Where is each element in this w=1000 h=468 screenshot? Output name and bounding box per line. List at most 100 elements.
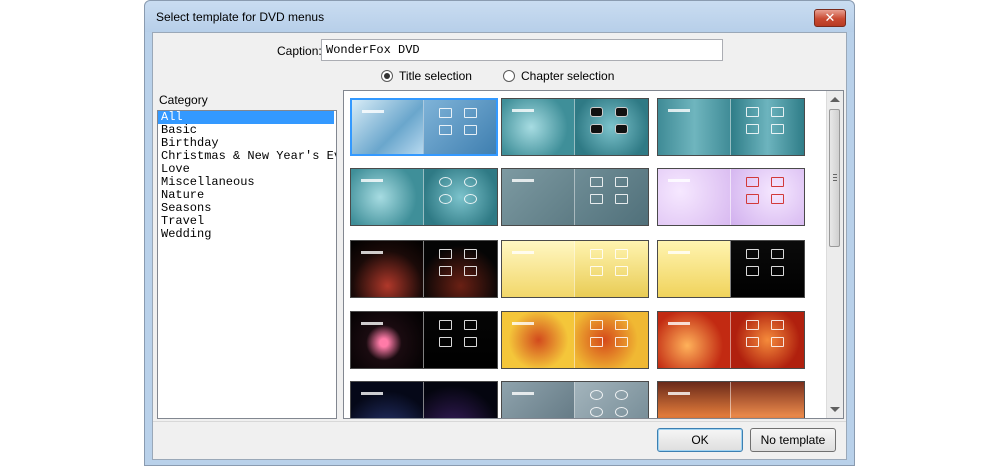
template-gallery[interactable] (343, 90, 844, 419)
template-title-placeholder (512, 322, 534, 325)
close-button[interactable]: ✕ (814, 9, 846, 27)
chapter-slot (590, 124, 603, 134)
chapter-slot (464, 194, 477, 204)
template-title-placeholder (361, 179, 383, 182)
category-list[interactable]: All Basic Birthday Christmas & New Year'… (157, 110, 337, 419)
template-preview-left (352, 100, 424, 154)
template-preview-right (730, 312, 804, 368)
template-thumbnail[interactable] (657, 311, 805, 369)
dialog-body: Caption: WonderFox DVD Title selection C… (152, 32, 847, 460)
chapter-slot (771, 249, 784, 259)
template-preview-right (423, 241, 497, 297)
chapter-slot (746, 124, 759, 134)
chapter-slot (615, 266, 628, 276)
template-preview-right (574, 382, 648, 418)
template-thumbnail[interactable] (350, 381, 498, 418)
chapter-slot (590, 407, 603, 417)
chapter-slot (615, 177, 628, 187)
template-title-placeholder (668, 109, 690, 112)
chapter-slot (771, 177, 784, 187)
chapter-slot (464, 337, 477, 347)
template-preview-left (658, 382, 731, 418)
chapter-slot (615, 390, 628, 400)
template-preview-left (658, 241, 731, 297)
template-preview-left (351, 382, 424, 418)
template-preview-right (423, 382, 497, 418)
template-preview-right (730, 241, 804, 297)
template-preview-right (730, 382, 804, 418)
chapter-slot (439, 125, 452, 135)
radio-title-selection[interactable]: Title selection (381, 68, 472, 84)
template-preview-right (423, 312, 497, 368)
chapter-slot (590, 107, 603, 117)
template-thumbnail[interactable] (657, 240, 805, 298)
chapter-slot (615, 124, 628, 134)
chapter-slot (615, 194, 628, 204)
caption-label: Caption: (277, 44, 322, 58)
chapter-slot (464, 249, 477, 259)
ok-button[interactable]: OK (657, 428, 743, 452)
chapter-slot (439, 337, 452, 347)
chapter-slot (746, 249, 759, 259)
template-preview-left (502, 99, 575, 155)
radio-chapter-selection-label: Chapter selection (521, 69, 615, 83)
template-thumbnail[interactable] (657, 168, 805, 226)
chapter-slot (746, 266, 759, 276)
category-label: Category (159, 93, 208, 107)
grip-line (833, 180, 837, 181)
chapter-slot (615, 249, 628, 259)
chapter-slot (615, 337, 628, 347)
template-preview-right (423, 169, 497, 225)
template-thumbnail[interactable] (501, 168, 649, 226)
template-title-placeholder (512, 392, 534, 395)
gallery-scrollbar[interactable] (826, 91, 843, 418)
chapter-slot (771, 337, 784, 347)
template-thumbnail[interactable] (350, 98, 498, 156)
template-title-placeholder (361, 392, 383, 395)
template-thumbnail[interactable] (501, 311, 649, 369)
template-thumbnail[interactable] (501, 98, 649, 156)
scroll-thumb[interactable] (829, 109, 840, 247)
title-bar[interactable]: Select template for DVD menus ✕ (145, 1, 854, 32)
template-title-placeholder (362, 110, 384, 113)
radio-icon-unchecked[interactable] (503, 70, 515, 82)
chapter-slot (615, 320, 628, 330)
template-preview-right (423, 100, 496, 154)
template-preview-left (658, 99, 731, 155)
chapter-slot (464, 266, 477, 276)
template-thumbnail[interactable] (501, 381, 649, 418)
template-dialog: Select template for DVD menus ✕ Caption:… (144, 0, 855, 466)
template-thumbnail[interactable] (350, 311, 498, 369)
chapter-slot (439, 177, 452, 187)
template-title-placeholder (512, 179, 534, 182)
chapter-slot (464, 108, 477, 118)
template-preview-left (658, 312, 731, 368)
template-thumbnail[interactable] (657, 98, 805, 156)
template-preview-right (574, 241, 648, 297)
radio-icon-checked[interactable] (381, 70, 393, 82)
radio-chapter-selection[interactable]: Chapter selection (503, 68, 614, 84)
chapter-slot (439, 194, 452, 204)
chapter-slot (590, 249, 603, 259)
chapter-slot (746, 337, 759, 347)
template-thumbnail[interactable] (501, 240, 649, 298)
template-thumbnail[interactable] (350, 240, 498, 298)
category-item[interactable]: Wedding (158, 228, 336, 241)
caption-input[interactable]: WonderFox DVD (321, 39, 723, 61)
template-preview-left (502, 382, 575, 418)
chapter-slot (590, 337, 603, 347)
chapter-slot (439, 249, 452, 259)
chapter-slot (746, 320, 759, 330)
template-thumbnail[interactable] (350, 168, 498, 226)
chapter-slot (615, 407, 628, 417)
scroll-down-icon[interactable] (830, 407, 840, 412)
no-template-button[interactable]: No template (750, 428, 836, 452)
chapter-slot (771, 107, 784, 117)
template-title-placeholder (668, 392, 690, 395)
template-preview-left (351, 169, 424, 225)
scroll-up-icon[interactable] (830, 97, 840, 102)
template-title-placeholder (361, 251, 383, 254)
template-thumbnail[interactable] (657, 381, 805, 418)
chapter-slot (464, 177, 477, 187)
template-title-placeholder (512, 251, 534, 254)
